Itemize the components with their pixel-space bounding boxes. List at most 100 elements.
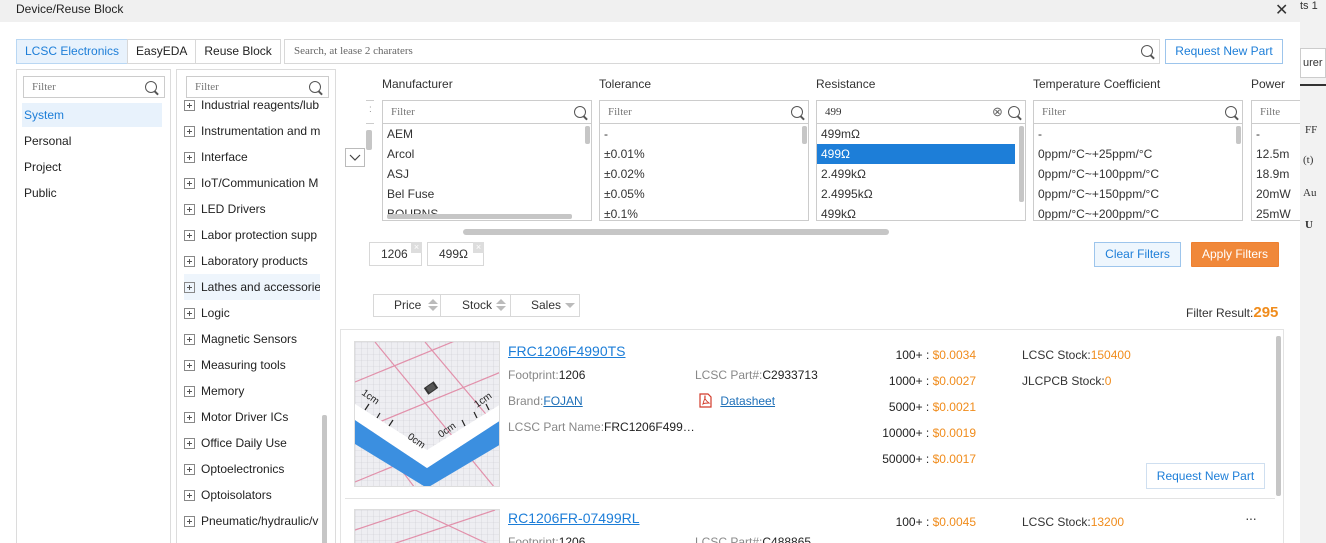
attribute-option[interactable]: ±0.05% (600, 184, 808, 204)
column-scrollbar[interactable] (366, 130, 372, 150)
library-item-public[interactable]: Public (24, 181, 57, 205)
part-number-link[interactable]: RC1206FR-07499RL (508, 510, 640, 526)
clear-filters-button[interactable]: Clear Filters (1094, 242, 1181, 267)
library-filter-input[interactable] (24, 77, 140, 97)
expand-plus-icon[interactable] (184, 255, 195, 267)
attribute-option[interactable]: ±0.02% (600, 164, 808, 184)
library-item-project[interactable]: Project (24, 155, 61, 179)
category-item[interactable]: LED Drivers (184, 196, 320, 222)
category-item[interactable]: Measuring tools (184, 352, 320, 378)
category-item[interactable]: Optoelectronics (184, 456, 320, 482)
attribute-option[interactable]: 499Ω (817, 144, 1015, 164)
attribute-option[interactable]: 0ppm/°C~+150ppm/°C (1034, 184, 1242, 204)
search-icon[interactable] (574, 106, 586, 118)
category-item[interactable]: Lathes and accessorie (184, 274, 320, 300)
expand-plus-icon[interactable] (184, 385, 195, 397)
attribute-option[interactable]: - (600, 124, 808, 144)
attribute-option[interactable]: 0ppm/°C~+100ppm/°C (1034, 164, 1242, 184)
attribute-option[interactable]: 18.9m (1252, 164, 1300, 184)
expand-plus-icon[interactable] (184, 229, 195, 241)
expand-plus-icon[interactable] (184, 307, 195, 319)
category-item[interactable]: Memory (184, 378, 320, 404)
results-scrollbar[interactable] (1276, 336, 1281, 496)
close-icon[interactable]: ✕ (1275, 0, 1288, 20)
expand-plus-icon[interactable] (184, 463, 195, 475)
attribute-filter-input[interactable] (1252, 101, 1286, 123)
option-scrollbar[interactable] (802, 126, 807, 144)
attribute-option[interactable]: 0ppm/°C~+200ppm/°C (1034, 204, 1242, 220)
part-thumbnail-image[interactable]: 1cm 0cm 0cm 1cm (354, 341, 500, 487)
sort-sales-button[interactable]: Sales (510, 294, 580, 317)
tab-lcsc-electronics[interactable]: LCSC Electronics (16, 39, 129, 64)
expand-plus-icon[interactable] (184, 437, 195, 449)
attribute-option[interactable]: 2.4995kΩ (817, 184, 1025, 204)
category-item[interactable]: Interface (184, 144, 320, 170)
part-thumbnail-image[interactable] (354, 509, 500, 543)
category-scrollbar[interactable] (322, 415, 327, 543)
attribute-option[interactable]: - (1034, 124, 1242, 144)
expand-plus-icon[interactable] (184, 99, 195, 111)
attribute-option[interactable]: ±0.01% (600, 144, 808, 164)
library-item-personal[interactable]: Personal (24, 129, 71, 153)
part-number-link[interactable]: FRC1206F4990TS (508, 343, 626, 359)
attribute-option[interactable]: 499mΩ (817, 124, 1025, 144)
expand-plus-icon[interactable] (184, 203, 195, 215)
attribute-option[interactable]: - (1252, 124, 1300, 144)
sort-price-button[interactable]: Price (373, 294, 441, 317)
category-item[interactable]: Laboratory products (184, 248, 320, 274)
expand-plus-icon[interactable] (184, 411, 195, 423)
category-item[interactable]: Magnetic Sensors (184, 326, 320, 352)
chip-close-icon[interactable]: × (411, 242, 422, 253)
tab-easyeda[interactable]: EasyEDA (127, 39, 197, 64)
clear-input-icon[interactable]: ⊗ (992, 104, 1003, 120)
expand-plus-icon[interactable] (184, 177, 195, 189)
search-icon[interactable] (145, 81, 157, 93)
category-item[interactable]: Optoisolators (184, 482, 320, 508)
expand-plus-icon[interactable] (184, 515, 195, 527)
attribute-option[interactable]: Bel Fuse (383, 184, 591, 204)
option-scrollbar[interactable] (1019, 126, 1024, 202)
category-item[interactable]: Instrumentation and m (184, 118, 320, 144)
search-icon[interactable] (1141, 45, 1153, 57)
datasheet-link[interactable]: Datasheet (699, 393, 775, 408)
expand-plus-icon[interactable] (184, 151, 195, 163)
category-item[interactable]: Industrial reagents/lub (184, 92, 320, 118)
more-options-icon[interactable]: ··· (1245, 510, 1257, 526)
option-hscroll[interactable] (387, 214, 572, 219)
attribute-hscroll[interactable] (463, 229, 889, 235)
brand-link[interactable]: FOJAN (543, 394, 582, 408)
attribute-option[interactable]: ±0.1% (600, 204, 808, 220)
expand-filters-button[interactable] (345, 148, 365, 167)
attribute-filter-input[interactable] (600, 101, 784, 123)
attribute-option[interactable]: 499kΩ (817, 204, 1025, 220)
expand-plus-icon[interactable] (184, 359, 195, 371)
sort-stock-button[interactable]: Stock (440, 294, 511, 317)
attribute-option[interactable]: Arcol (383, 144, 591, 164)
search-input[interactable] (285, 40, 1125, 62)
option-scrollbar[interactable] (585, 126, 590, 144)
expand-plus-icon[interactable] (184, 281, 195, 293)
request-new-part-button[interactable]: Request New Part (1165, 39, 1283, 64)
expand-plus-icon[interactable] (184, 125, 195, 137)
attribute-filter-input[interactable] (383, 101, 567, 123)
category-item[interactable]: Office Daily Use (184, 430, 320, 456)
search-icon[interactable] (1225, 106, 1237, 118)
expand-plus-icon[interactable] (184, 489, 195, 501)
category-item[interactable]: Labor protection supp (184, 222, 320, 248)
attribute-filter-input[interactable] (1034, 101, 1218, 123)
category-item[interactable]: Motor Driver ICs (184, 404, 320, 430)
expand-plus-icon[interactable] (184, 333, 195, 345)
search-icon[interactable] (1008, 106, 1020, 118)
apply-filters-button[interactable]: Apply Filters (1191, 242, 1279, 267)
attribute-option[interactable]: ASJ (383, 164, 591, 184)
category-item[interactable]: Pneumatic/hydraulic/v (184, 508, 320, 534)
request-new-part-button[interactable]: Request New Part (1146, 463, 1265, 489)
attribute-filter-input[interactable] (817, 101, 983, 123)
search-icon[interactable] (791, 106, 803, 118)
chip-close-icon[interactable]: × (473, 242, 484, 253)
attribute-option[interactable]: 0ppm/°C~+25ppm/°C (1034, 144, 1242, 164)
category-item[interactable]: Logic (184, 300, 320, 326)
attribute-option[interactable]: 20mW (1252, 184, 1300, 204)
category-item[interactable]: IoT/Communication M (184, 170, 320, 196)
attribute-option[interactable]: AEM (383, 124, 591, 144)
